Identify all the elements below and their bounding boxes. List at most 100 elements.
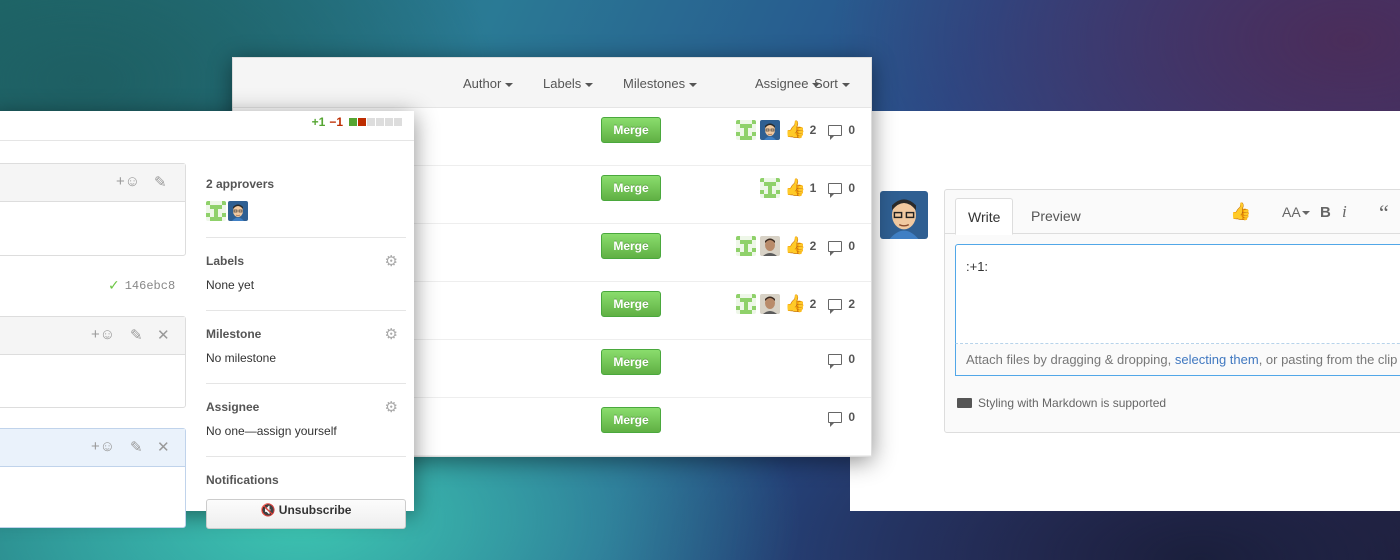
comment-count[interactable]: 0 xyxy=(848,123,855,137)
filter-sort[interactable]: Sort xyxy=(814,76,850,91)
milestone-gear-icon[interactable]: ⚙ xyxy=(385,325,398,343)
approver-avatar[interactable] xyxy=(760,236,780,256)
merge-button[interactable]: Merge xyxy=(601,175,661,201)
filter-milestones[interactable]: Milestones xyxy=(623,76,698,91)
merge-button[interactable]: Merge xyxy=(601,233,661,259)
commit-sha[interactable]: 146ebc8 xyxy=(125,279,175,293)
approvers-title: 2 approvers xyxy=(206,177,275,191)
user-avatar xyxy=(880,191,928,239)
approver-avatar[interactable] xyxy=(206,201,226,221)
comment-count[interactable]: 0 xyxy=(848,239,855,253)
filter-bar: Author Labels Milestones Assignee Sort xyxy=(233,58,871,108)
bold-icon[interactable]: B xyxy=(1320,204,1331,221)
issue-sidebar-panel: +1 −1 +☺ ✎ ✓ 146ebc8 +☺ ✎ ✕ +☺ ✎ ✕ 2 app… xyxy=(0,111,414,529)
approvers-section: 2 approvers xyxy=(206,177,406,221)
approver-avatar[interactable] xyxy=(228,201,248,221)
thumbsup-count: 2 xyxy=(809,297,817,311)
unsubscribe-button[interactable]: 🔇 Unsubscribe xyxy=(206,499,406,529)
comment-count[interactable]: 0 xyxy=(848,181,855,195)
comment-count[interactable]: 2 xyxy=(848,297,855,311)
commit-reference[interactable]: ✓ 146ebc8 xyxy=(108,278,175,294)
tab-write[interactable]: Write xyxy=(955,198,1014,235)
merge-button[interactable]: Merge xyxy=(601,349,661,375)
thumbsup-icon[interactable]: 👍 xyxy=(1230,202,1251,222)
labels-value: None yet xyxy=(206,278,255,292)
approver-avatar[interactable] xyxy=(760,120,780,140)
edit-pencil-icon[interactable]: ✎ xyxy=(130,326,143,344)
milestone-title: Milestone xyxy=(206,327,262,341)
thumbsup-icon: 👍 xyxy=(784,178,806,197)
comment-icon[interactable] xyxy=(828,411,843,427)
vote-block xyxy=(367,118,375,126)
merge-button[interactable]: Merge xyxy=(601,407,661,433)
comment-header-1: +☺ ✎ xyxy=(0,164,185,202)
comment-icon[interactable] xyxy=(828,240,843,256)
approver-avatar[interactable] xyxy=(736,120,756,140)
comment-icon[interactable] xyxy=(828,182,843,198)
approver-avatar[interactable] xyxy=(736,294,756,314)
approver-avatar[interactable] xyxy=(736,236,756,256)
pr-meta: 👍 1 0 xyxy=(760,178,855,198)
merge-button[interactable]: Merge xyxy=(601,117,661,143)
pr-meta: 0 xyxy=(820,410,855,427)
text-size-icon[interactable]: AA xyxy=(1282,204,1310,220)
add-reaction-icon[interactable]: +☺ xyxy=(91,326,115,343)
comment-header-2: +☺ ✎ ✕ xyxy=(0,317,185,355)
merge-button[interactable]: Merge xyxy=(601,291,661,317)
assignee-title: Assignee xyxy=(206,400,260,414)
quote-icon[interactable]: “ xyxy=(1379,200,1389,226)
markdown-note: Styling with Markdown is supported xyxy=(957,396,1166,410)
comment-textarea[interactable]: :+1: xyxy=(955,244,1400,344)
vote-block xyxy=(358,118,366,126)
assignee-gear-icon[interactable]: ⚙ xyxy=(385,398,398,416)
assignee-section: Assignee ⚙ No one—assign yourself xyxy=(206,398,406,438)
comment-form: Write Preview 👍 AA B i “ :+1: Attach fil… xyxy=(944,189,1400,433)
add-reaction-icon[interactable]: +☺ xyxy=(116,173,140,190)
thumbsup-icon: 👍 xyxy=(784,120,806,139)
vote-down-count: −1 xyxy=(329,115,343,129)
labels-gear-icon[interactable]: ⚙ xyxy=(385,252,398,270)
edit-pencil-icon[interactable]: ✎ xyxy=(130,438,143,456)
thumbsup-count: 2 xyxy=(809,123,817,137)
approver-avatar[interactable] xyxy=(760,294,780,314)
filter-labels[interactable]: Labels xyxy=(543,76,594,91)
markdown-note-text: Styling with Markdown is supported xyxy=(978,396,1167,410)
italic-icon[interactable]: i xyxy=(1342,202,1347,222)
attach-suffix: , or pasting from the clip xyxy=(1258,352,1398,367)
comment-icon[interactable] xyxy=(828,124,843,140)
pr-meta: 0 xyxy=(820,352,855,369)
close-icon[interactable]: ✕ xyxy=(157,438,170,456)
comment-count[interactable]: 0 xyxy=(848,410,855,424)
assignee-value[interactable]: No one—assign yourself xyxy=(206,424,406,438)
comment-icon[interactable] xyxy=(828,298,843,314)
comment-header-3: +☺ ✎ ✕ xyxy=(0,429,185,467)
vote-block xyxy=(385,118,393,126)
tab-preview[interactable]: Preview xyxy=(1019,198,1093,235)
milestone-value: No milestone xyxy=(206,351,277,365)
close-icon[interactable]: ✕ xyxy=(157,326,170,344)
vote-block xyxy=(376,118,384,126)
comment-count[interactable]: 0 xyxy=(848,352,855,366)
attach-files-bar[interactable]: Attach files by dragging & dropping, sel… xyxy=(955,344,1400,376)
pr-meta: 👍 2 0 xyxy=(736,236,855,256)
edit-pencil-icon[interactable]: ✎ xyxy=(154,173,167,191)
notifications-title: Notifications xyxy=(206,473,279,487)
thumbsup-count: 2 xyxy=(809,239,817,253)
approvers-avatars xyxy=(206,201,406,221)
comment-box-1: +☺ ✎ xyxy=(0,163,186,256)
markdown-icon xyxy=(957,398,972,408)
select-files-link[interactable]: selecting them xyxy=(1175,352,1259,367)
comment-icon[interactable] xyxy=(828,353,843,369)
comment-tabs: Write Preview 👍 AA B i “ xyxy=(945,190,1400,235)
pr-meta: 👍 2 2 xyxy=(736,294,855,314)
thumbsup-icon: 👍 xyxy=(784,236,806,255)
vote-block xyxy=(349,118,357,126)
attach-prefix: Attach files by dragging & dropping, xyxy=(966,352,1175,367)
vote-block xyxy=(394,118,402,126)
filter-author[interactable]: Author xyxy=(463,76,514,91)
add-reaction-icon[interactable]: +☺ xyxy=(91,438,115,455)
milestone-section: Milestone ⚙ No milestone xyxy=(206,325,406,365)
approver-avatar[interactable] xyxy=(760,178,780,198)
vote-progress-bar xyxy=(349,118,402,126)
filter-assignee[interactable]: Assignee xyxy=(755,76,821,91)
